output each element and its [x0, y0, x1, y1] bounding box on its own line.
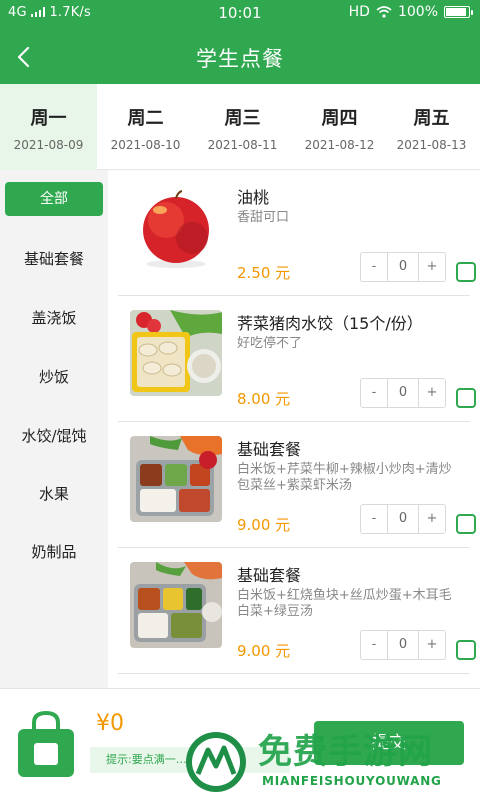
product-description: 香甜可口	[237, 210, 290, 225]
list-item: 油桃 香甜可口 2.50 元 - 0 +	[118, 170, 476, 296]
tab-day-label: 周三	[224, 108, 261, 129]
tab-day-date: 2021-08-12	[304, 138, 375, 152]
product-price: 2.50 元	[237, 264, 291, 282]
watermark: 免费手游网 MIANFEISHOUYOUWANG	[182, 722, 480, 800]
quantity-input[interactable]: 0	[387, 505, 419, 533]
watermark-text: 免费手游网	[258, 732, 433, 772]
select-checkbox[interactable]	[456, 262, 476, 282]
select-checkbox[interactable]	[456, 640, 476, 660]
list-item: 荠菜猪肉水饺（15个/份） 好吃停不了 8.00 元 - 0 +	[118, 296, 476, 422]
increment-button[interactable]: +	[419, 631, 445, 659]
product-price: 9.00 元	[237, 642, 291, 660]
tab-day-label: 周四	[321, 108, 358, 129]
quantity-stepper: - 0 +	[360, 504, 446, 534]
category-dumplings[interactable]: 水饺/馄饨	[0, 418, 108, 454]
status-bar: 4G 1.7K/s 10:01 HD 100%	[0, 0, 480, 26]
tab-day-4[interactable]: 周四 2021-08-12	[291, 84, 388, 170]
increment-button[interactable]: +	[419, 253, 445, 281]
watermark-logo-icon	[184, 730, 248, 794]
category-basic-set[interactable]: 基础套餐	[0, 241, 108, 277]
quantity-input[interactable]: 0	[387, 253, 419, 281]
decrement-button[interactable]: -	[361, 253, 387, 281]
category-fruit[interactable]: 水果	[0, 476, 108, 512]
category-dairy[interactable]: 奶制品	[0, 534, 108, 570]
quantity-input[interactable]: 0	[387, 631, 419, 659]
decrement-button[interactable]: -	[361, 631, 387, 659]
tab-day-date: 2021-08-13	[396, 138, 467, 152]
quantity-stepper: - 0 +	[360, 378, 446, 408]
tab-day-5[interactable]: 周五 2021-08-13	[383, 84, 480, 170]
product-image-nectarine	[130, 184, 222, 270]
category-all[interactable]: 全部	[5, 182, 103, 216]
list-item: 基础套餐 白米饭+红烧鱼块+丝瓜炒蛋+木耳毛白菜+绿豆汤 9.00 元 - 0 …	[118, 548, 476, 674]
tab-day-date: 2021-08-09	[13, 138, 84, 152]
increment-button[interactable]: +	[419, 379, 445, 407]
product-image-set-meal	[130, 436, 222, 522]
decrement-button[interactable]: -	[361, 379, 387, 407]
quantity-input[interactable]: 0	[387, 379, 419, 407]
wifi-icon	[376, 6, 392, 18]
tab-day-label: 周五	[413, 108, 450, 129]
select-checkbox[interactable]	[456, 514, 476, 534]
battery-icon	[444, 6, 473, 18]
category-fried-rice[interactable]: 炒饭	[0, 359, 108, 395]
product-price: 8.00 元	[237, 390, 291, 408]
tab-day-2[interactable]: 周二 2021-08-10	[97, 84, 194, 170]
battery-percent: 100%	[397, 4, 438, 20]
tab-day-date: 2021-08-11	[207, 138, 278, 152]
product-description: 白米饭+红烧鱼块+丝瓜炒蛋+木耳毛白菜+绿豆汤	[237, 588, 452, 619]
cart-total: ¥0	[96, 711, 124, 736]
tab-day-1[interactable]: 周一 2021-08-09	[0, 84, 97, 170]
tab-day-label: 周一	[30, 108, 67, 129]
decrement-button[interactable]: -	[361, 505, 387, 533]
product-image-set-meal-2	[130, 562, 222, 648]
product-list: 油桃 香甜可口 2.50 元 - 0 + 荠菜猪肉水饺（15个/份） 好吃停不了…	[108, 170, 480, 688]
tab-day-3[interactable]: 周三 2021-08-11	[194, 84, 291, 170]
product-description: 好吃停不了	[237, 336, 303, 351]
quantity-stepper: - 0 +	[360, 630, 446, 660]
app-header: 4G 1.7K/s 10:01 HD 100% 学生点餐	[0, 0, 480, 84]
shopping-bag-icon[interactable]	[16, 709, 76, 779]
tab-day-label: 周二	[127, 108, 164, 129]
tab-day-date: 2021-08-10	[110, 138, 181, 152]
list-item: 基础套餐 白米饭+芹菜牛柳+辣椒小炒肉+清炒包菜丝+紫菜虾米汤 9.00 元 -…	[118, 422, 476, 548]
product-image-dumplings	[130, 310, 222, 396]
product-name: 基础套餐	[237, 440, 302, 459]
increment-button[interactable]: +	[419, 505, 445, 533]
week-tabs: 周一 2021-08-09 周二 2021-08-10 周三 2021-08-1…	[0, 84, 480, 170]
product-description: 白米饭+芹菜牛柳+辣椒小炒肉+清炒包菜丝+紫菜虾米汤	[237, 462, 452, 493]
category-rice-bowl[interactable]: 盖浇饭	[0, 300, 108, 336]
product-name: 荠菜猪肉水饺（15个/份）	[237, 314, 423, 333]
page-title: 学生点餐	[196, 47, 284, 71]
quantity-stepper: - 0 +	[360, 252, 446, 282]
product-name: 基础套餐	[237, 566, 302, 585]
hd-indicator: HD	[348, 4, 370, 20]
category-sidebar: 全部 基础套餐 盖浇饭 炒饭 水饺/馄饨 水果 奶制品	[0, 170, 108, 688]
product-name: 油桃	[237, 188, 270, 207]
watermark-subtext: MIANFEISHOUYOUWANG	[262, 774, 442, 788]
select-checkbox[interactable]	[456, 388, 476, 408]
product-price: 9.00 元	[237, 516, 291, 534]
